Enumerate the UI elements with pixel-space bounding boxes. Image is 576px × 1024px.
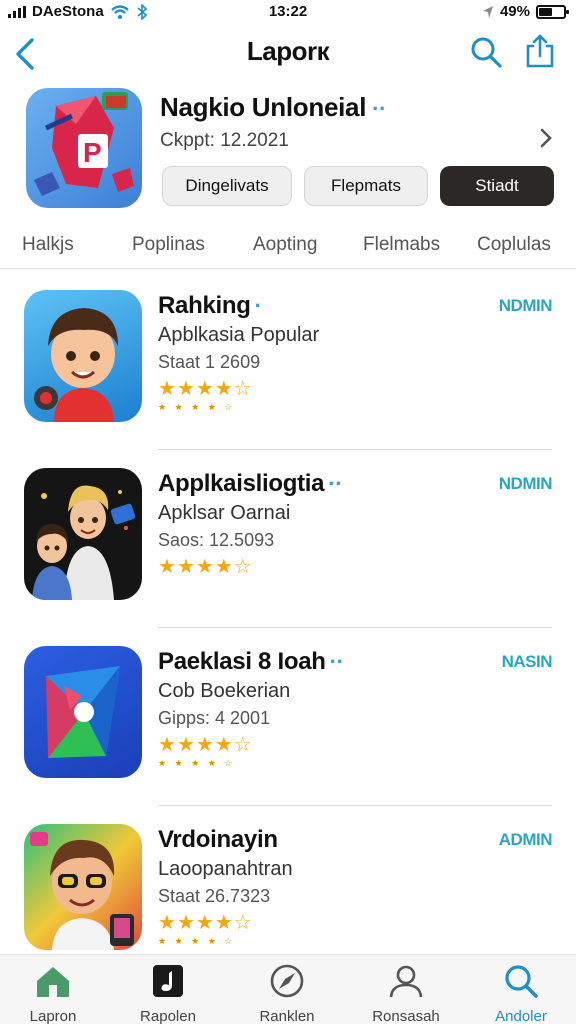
search-icon[interactable] (470, 36, 502, 68)
app-meta: Staat 1 2609 (158, 352, 261, 372)
person-icon (389, 965, 423, 998)
featured-button-1[interactable]: Dingelivats (162, 166, 292, 206)
category-tab[interactable]: Aopting (253, 234, 317, 256)
battery-fill (539, 7, 552, 16)
app-meta: Gipps: 4 2001 (158, 708, 271, 728)
home-icon (37, 967, 69, 997)
tab-search[interactable]: Andoler (466, 963, 576, 1024)
star-filled-icon: ★ (158, 378, 177, 400)
svg-text:P: P (83, 137, 102, 168)
app-action-button[interactable]: NDMIN (499, 474, 553, 494)
star-filled-icon: ★ (176, 556, 196, 578)
featured-app-subtitle: Ckppt: 12.2021 (160, 130, 289, 151)
status-bar: DAeStona 13:22 49% (0, 0, 576, 24)
featured-app-icon: P (26, 88, 142, 208)
star-rating: ★★★★☆ (158, 376, 253, 401)
category-tab[interactable]: Poplinas (132, 234, 205, 256)
star-filled-icon: ★ (214, 556, 234, 578)
star-filled-icon: ★ (195, 912, 215, 934)
star-filled-icon: ★ (214, 912, 234, 934)
app-description: Cob Boekerian (158, 680, 291, 702)
tab-bar: Lapron Rapolen Ranklen Ronsasah Andoler (0, 954, 576, 1024)
tab-label: Ronsasah (372, 1008, 440, 1024)
category-tab[interactable]: Halkjs (22, 234, 74, 256)
app-list-item[interactable]: Paeklasi 8 Ioah ·· Cob Boekerian Gipps: 4… (0, 646, 576, 806)
app-icon (24, 646, 142, 778)
star-filled-icon: ★ (158, 734, 177, 756)
star-filled-icon: ★ (195, 734, 215, 756)
location-icon (482, 5, 493, 18)
app-list-item[interactable]: Vrdoinayin Laoopanahtran Staat 26.7323 ★… (0, 824, 576, 952)
mini-rating: ★ ★ ★ ★ ☆ (158, 936, 236, 946)
featured-app-title: Nagkio Unloneial ·· (160, 92, 387, 122)
star-empty-icon: ☆ (233, 734, 253, 756)
star-filled-icon: ★ (195, 556, 215, 578)
app-name: Applkaisliogtia ·· (158, 470, 343, 497)
app-icon (24, 468, 142, 600)
tab-home[interactable]: Lapron (0, 963, 108, 1024)
category-tab[interactable]: Coplulas (477, 234, 551, 256)
app-action-button[interactable]: NASIN (502, 652, 553, 672)
row-separator (158, 627, 552, 628)
navigation-bar: Laporк (0, 28, 576, 80)
featured-button-3[interactable]: Stiadt (440, 166, 554, 206)
tab-profile[interactable]: Ronsasah (351, 963, 461, 1024)
music-note-icon (153, 965, 183, 997)
star-filled-icon: ★ (176, 912, 196, 934)
divider (0, 268, 576, 269)
star-filled-icon: ★ (195, 378, 215, 400)
app-icon (24, 824, 142, 950)
row-separator (158, 449, 552, 450)
app-meta: Saos: 12.5093 (158, 530, 275, 550)
star-filled-icon: ★ (158, 556, 177, 578)
tab-label: Ranklen (259, 1008, 315, 1024)
app-list-item[interactable]: Applkaisliogtia ·· Apklsar Oarnai Saos: 1… (0, 468, 576, 628)
battery-icon (536, 4, 569, 19)
app-meta: Staat 26.7323 (158, 886, 271, 906)
app-name: Vrdoinayin (158, 826, 278, 853)
mini-rating: ★ ★ ★ ★ ☆ (158, 402, 236, 412)
app-name: Paeklasi 8 Ioah ·· (158, 648, 344, 675)
star-filled-icon: ★ (158, 912, 177, 934)
star-empty-icon: ☆ (233, 912, 253, 934)
app-list-item[interactable]: Rahking · Apblkasia Popular Staat 1 2609 … (0, 290, 576, 450)
tab-label: Lapron (29, 1008, 77, 1024)
star-empty-icon: ☆ (233, 556, 253, 578)
star-rating: ★★★★☆ (158, 554, 253, 579)
featured-app[interactable]: P Nagkio Unloneial ·· Ckppt: 12.2021 Ding… (0, 86, 576, 216)
app-action-button[interactable]: NDMIN (499, 296, 553, 316)
app-action-button[interactable]: ADMIN (499, 830, 553, 850)
star-filled-icon: ★ (176, 734, 196, 756)
featured-button-2[interactable]: Flepmats (304, 166, 428, 206)
category-tabs: Halkjs Poplinas Aopting Flelmabs Coplula… (0, 228, 576, 264)
search-icon (505, 965, 538, 998)
app-description: Apklsar Oarnai (158, 502, 291, 524)
row-separator (158, 805, 552, 806)
tab-label: Rapolen (140, 1008, 196, 1024)
star-filled-icon: ★ (176, 378, 196, 400)
app-description: Apblkasia Popular (158, 324, 320, 346)
tab-label: Andoler (495, 1008, 547, 1024)
star-filled-icon: ★ (214, 378, 234, 400)
app-description: Laoopanahtran (158, 858, 293, 880)
tab-apps[interactable]: Rapolen (113, 963, 223, 1024)
compass-icon (270, 964, 304, 998)
share-icon[interactable] (524, 34, 556, 68)
app-icon (24, 290, 142, 422)
star-empty-icon: ☆ (233, 378, 253, 400)
star-rating: ★★★★☆ (158, 732, 253, 757)
mini-rating: ★ ★ ★ ★ ☆ (158, 758, 236, 768)
star-rating: ★★★★☆ (158, 910, 253, 935)
category-tab[interactable]: Flelmabs (363, 234, 440, 256)
app-name: Rahking · (158, 292, 262, 319)
chevron-right-icon[interactable] (538, 126, 554, 150)
tab-rankings[interactable]: Ranklen (232, 963, 342, 1024)
battery-percent: 49% (499, 3, 530, 20)
star-filled-icon: ★ (214, 734, 234, 756)
